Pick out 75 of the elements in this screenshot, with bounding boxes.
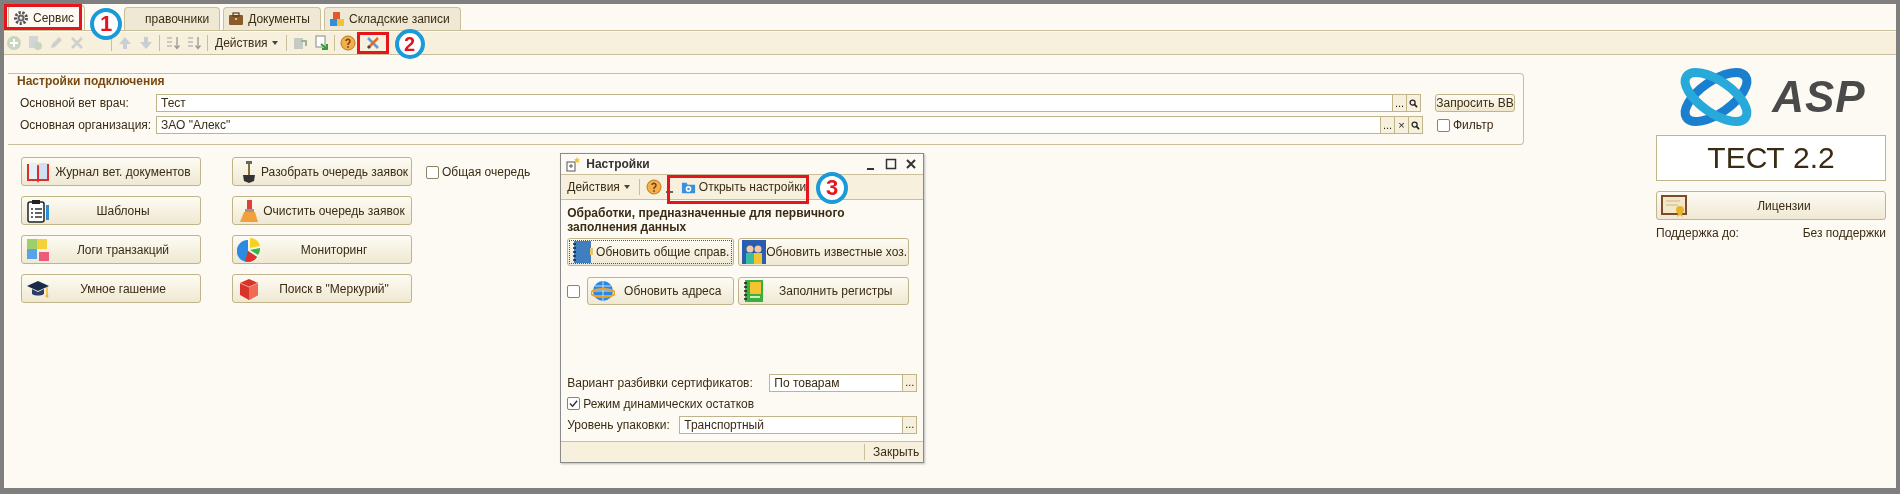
support-value: Без поддержки xyxy=(1802,226,1886,240)
search-button[interactable] xyxy=(1408,117,1422,133)
action-button[interactable]: Журнал вет. документов xyxy=(21,157,201,186)
boxes-icon xyxy=(329,11,345,27)
puzzle-icon xyxy=(26,237,50,262)
search-icon xyxy=(1409,98,1418,108)
choose-button[interactable]: ... xyxy=(902,416,917,433)
notebook-icon xyxy=(571,240,596,264)
filter-checkbox[interactable]: Фильтр xyxy=(1437,118,1523,132)
tools-icon[interactable] xyxy=(364,35,381,51)
input-field[interactable]: ЗАО "Алекс" ... × xyxy=(156,116,1423,134)
action-button[interactable]: Обновить адреса xyxy=(587,277,735,305)
search-icon xyxy=(1411,120,1420,130)
input-field[interactable]: Тест ... xyxy=(156,94,1421,112)
clipboard-icon xyxy=(26,198,50,223)
help-icon[interactable] xyxy=(645,179,662,195)
action-button[interactable]: Умное гашение xyxy=(21,274,201,303)
close-button[interactable]: Закрыть xyxy=(869,445,924,459)
document-icon[interactable] xyxy=(291,35,308,51)
sort-icon[interactable] xyxy=(186,35,202,51)
choose-button[interactable]: ... xyxy=(1380,117,1394,133)
choose-button[interactable]: ... xyxy=(1392,95,1406,111)
people-icon xyxy=(742,240,767,264)
sort-icon[interactable] xyxy=(165,35,181,51)
certificate-icon xyxy=(1661,194,1687,217)
choose-button[interactable]: ... xyxy=(902,374,917,391)
briefcase-icon xyxy=(228,11,245,27)
logo-text: ASP xyxy=(1772,72,1866,122)
dynamic-checkbox[interactable]: Режим динамических остатков xyxy=(567,393,918,414)
action-button[interactable]: Обновить общие справ. xyxy=(567,238,735,266)
gear-icon xyxy=(13,10,29,26)
licenses-button[interactable]: Лицензии xyxy=(1656,191,1886,220)
field-label: Основная организация: xyxy=(20,118,153,132)
action-button[interactable]: Шаблоны xyxy=(21,196,201,225)
action-button[interactable]: Заполнить регистры xyxy=(738,277,910,305)
action-button[interactable]: Мониторинг xyxy=(232,235,412,264)
search-button[interactable] xyxy=(1406,95,1420,111)
dialog-title: Настройки xyxy=(586,157,651,171)
field-label: Вариант разбивки сертификатов: xyxy=(567,375,753,390)
caret-icon xyxy=(270,39,279,47)
field-label: Уровень упаковки: xyxy=(567,417,670,432)
brush-icon xyxy=(237,198,261,223)
highlight-frame xyxy=(356,32,389,54)
open-settings-button[interactable]: Открыть настройки xyxy=(678,179,809,195)
cube-icon xyxy=(237,276,261,301)
input-field[interactable]: Транспортный ... xyxy=(679,415,918,434)
action-button[interactable]: Поиск в "Меркурий" xyxy=(232,274,412,303)
request-button[interactable]: Запросить ВВ xyxy=(1435,94,1515,112)
queue-checkbox[interactable]: Общая очередь xyxy=(426,165,531,179)
input-field[interactable]: По товарам ... xyxy=(769,373,918,392)
action-button[interactable]: Логи транзакций xyxy=(21,235,201,264)
tab[interactable]: правочники xyxy=(124,7,221,30)
help-icon[interactable] xyxy=(339,35,356,51)
version-label: ТЕСТ 2.2 xyxy=(1656,135,1886,181)
action-button[interactable]: Обновить известные хоз. xyxy=(738,238,910,266)
section-heading: Обработки, предназначенные для первичного заполнения данных xyxy=(567,206,846,234)
action-button[interactable]: Разобрать очередь заявок xyxy=(232,157,412,186)
pie-chart-icon xyxy=(237,237,261,262)
actions-menu[interactable]: Действия xyxy=(213,36,281,50)
caret-icon xyxy=(622,183,631,191)
step-number: 1 xyxy=(90,8,122,40)
settings-window-icon xyxy=(565,156,582,172)
checkmark-icon xyxy=(569,399,579,408)
tab[interactable]: Документы xyxy=(223,7,321,30)
globe-icon xyxy=(591,279,616,303)
step-number: 2 xyxy=(394,29,425,59)
field-label: Основной вет врач: xyxy=(20,96,130,110)
tab[interactable]: Складские записи xyxy=(324,7,461,30)
action-button[interactable]: Очистить очередь заявок xyxy=(232,196,412,225)
underscore-icon xyxy=(665,191,673,193)
maximize-icon[interactable] xyxy=(885,158,898,170)
close-icon[interactable] xyxy=(905,158,918,170)
clear-button[interactable]: × xyxy=(1394,117,1408,133)
actions-menu[interactable]: Действия xyxy=(565,180,633,194)
support-label: Поддержка до: xyxy=(1656,226,1739,240)
